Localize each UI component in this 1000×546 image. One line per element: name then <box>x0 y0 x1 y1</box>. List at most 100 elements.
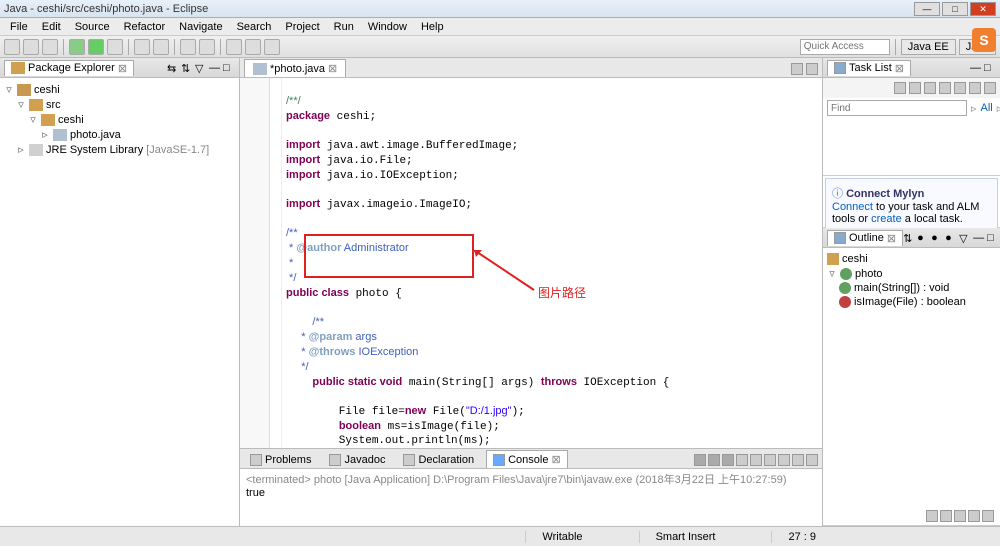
task-cat-icon[interactable] <box>909 82 921 94</box>
outline-min-icon[interactable]: ― <box>973 232 985 244</box>
console-tab-javadoc[interactable]: Javadoc <box>323 452 391 468</box>
package-explorer-tab[interactable]: Package Explorer ⊠ <box>4 60 134 76</box>
console-removeall-icon[interactable] <box>722 454 734 466</box>
right-tool-3[interactable] <box>954 510 966 522</box>
code-area[interactable]: /**/ package ceshi; import java.awt.imag… <box>282 78 822 448</box>
menu-source[interactable]: Source <box>69 20 116 34</box>
editor-minimize-icon[interactable] <box>791 63 803 75</box>
editor-tab-photo[interactable]: *photo.java ⊠ <box>244 59 346 77</box>
tree-project[interactable]: ▿ceshi <box>4 82 235 97</box>
menu-project[interactable]: Project <box>279 20 325 34</box>
console-output[interactable]: <terminated> photo [Java Application] D:… <box>240 469 822 526</box>
menu-edit[interactable]: Edit <box>36 20 67 34</box>
perspective-javaee[interactable]: Java EE <box>901 39 956 55</box>
task-collapse-icon[interactable] <box>954 82 966 94</box>
outline-method-isimage[interactable]: isImage(File) : boolean <box>827 295 996 309</box>
editor-maximize-icon[interactable] <box>806 63 818 75</box>
view-menu-icon[interactable]: ▽ <box>195 62 207 74</box>
tree-jre[interactable]: ▹JRE System Library [JavaSE-1.7] <box>4 142 235 157</box>
task-sched-icon[interactable] <box>924 82 936 94</box>
quick-access-input[interactable] <box>800 39 890 55</box>
right-tool-2[interactable] <box>940 510 952 522</box>
new-class-button[interactable] <box>153 39 169 55</box>
menu-file[interactable]: File <box>4 20 34 34</box>
outline-max-icon[interactable]: □ <box>987 232 999 244</box>
debug-button[interactable] <box>69 39 85 55</box>
task-menu-icon[interactable] <box>984 82 996 94</box>
outline-f1-icon[interactable]: ● <box>917 232 929 244</box>
outline-class[interactable]: ▿photo <box>827 266 996 281</box>
console-terminate-icon[interactable] <box>694 454 706 466</box>
console-scroll-icon[interactable] <box>750 454 762 466</box>
console-tab-console[interactable]: Console ⊠ <box>486 450 568 468</box>
mylyn-title: Connect Mylyn <box>846 188 924 200</box>
close-button[interactable]: ✕ <box>970 2 996 16</box>
run-button[interactable] <box>88 39 104 55</box>
outline-package[interactable]: ceshi <box>827 252 996 266</box>
open-type-button[interactable] <box>180 39 196 55</box>
right-tool-5[interactable] <box>982 510 994 522</box>
annotation-arrow <box>474 250 544 300</box>
save-button[interactable] <box>23 39 39 55</box>
menu-run[interactable]: Run <box>328 20 360 34</box>
problems-icon <box>250 454 262 466</box>
statusbar: Writable Smart Insert 27 : 9 <box>0 526 1000 546</box>
task-all-link[interactable]: All <box>981 102 993 114</box>
java-file-icon <box>253 63 267 75</box>
new-task-icon[interactable] <box>894 82 906 94</box>
task-focus-icon[interactable] <box>969 82 981 94</box>
new-package-button[interactable] <box>134 39 150 55</box>
collapse-all-icon[interactable]: ⇆ <box>167 62 179 74</box>
tasklist-min-icon[interactable]: ― <box>970 62 982 74</box>
outline-sort-icon[interactable]: ⇅ <box>903 232 915 244</box>
back-button[interactable] <box>245 39 261 55</box>
maximize-view-icon[interactable]: □ <box>223 62 235 74</box>
console-tab-declaration[interactable]: Declaration <box>397 452 480 468</box>
minimize-button[interactable]: — <box>914 2 940 16</box>
fold-gutter[interactable] <box>270 78 282 448</box>
tasklist-max-icon[interactable]: □ <box>984 62 996 74</box>
task-sync-icon[interactable] <box>939 82 951 94</box>
console-clear-icon[interactable] <box>736 454 748 466</box>
outline-f2-icon[interactable]: ● <box>931 232 943 244</box>
console-tab-problems[interactable]: Problems <box>244 452 317 468</box>
close-tab-icon[interactable]: ⊠ <box>328 62 337 75</box>
link-editor-icon[interactable]: ⇅ <box>181 62 193 74</box>
outline-method-main[interactable]: main(String[]) : void <box>827 281 996 295</box>
window-titlebar: Java - ceshi/src/ceshi/photo.java - Ecli… <box>0 0 1000 18</box>
mylyn-create-link[interactable]: create <box>871 213 902 225</box>
tree-package[interactable]: ▿ceshi <box>4 112 235 127</box>
console-display-icon[interactable] <box>778 454 790 466</box>
tree-file-photo[interactable]: ▹photo.java <box>4 127 235 142</box>
mylyn-connect-link[interactable]: Connect <box>832 201 873 213</box>
outline-title: Outline <box>849 232 884 244</box>
right-tool-4[interactable] <box>968 510 980 522</box>
console-remove-icon[interactable] <box>708 454 720 466</box>
right-tool-1[interactable] <box>926 510 938 522</box>
console-pin-icon[interactable] <box>764 454 776 466</box>
save-all-button[interactable] <box>42 39 58 55</box>
run-last-button[interactable] <box>107 39 123 55</box>
menu-help[interactable]: Help <box>415 20 450 34</box>
task-list-icon <box>834 62 846 74</box>
menu-navigate[interactable]: Navigate <box>173 20 228 34</box>
sogou-ime-badge[interactable]: S <box>972 28 996 52</box>
tree-src[interactable]: ▿src <box>4 97 235 112</box>
console-min-icon[interactable] <box>792 454 804 466</box>
toggle-mark-button[interactable] <box>226 39 242 55</box>
minimize-view-icon[interactable]: ― <box>209 62 221 74</box>
forward-button[interactable] <box>264 39 280 55</box>
menu-refactor[interactable]: Refactor <box>118 20 172 34</box>
outline-f3-icon[interactable]: ● <box>945 232 957 244</box>
code-editor[interactable]: /**/ package ceshi; import java.awt.imag… <box>240 78 822 448</box>
outline-tab[interactable]: Outline ⊠ <box>827 230 903 246</box>
new-button[interactable] <box>4 39 20 55</box>
console-max-icon[interactable] <box>806 454 818 466</box>
search-button[interactable] <box>199 39 215 55</box>
maximize-button[interactable]: □ <box>942 2 968 16</box>
task-find-input[interactable] <box>827 100 967 116</box>
menu-window[interactable]: Window <box>362 20 413 34</box>
menu-search[interactable]: Search <box>231 20 278 34</box>
outline-menu-icon[interactable]: ▽ <box>959 232 971 244</box>
task-list-tab[interactable]: Task List ⊠ <box>827 60 911 76</box>
